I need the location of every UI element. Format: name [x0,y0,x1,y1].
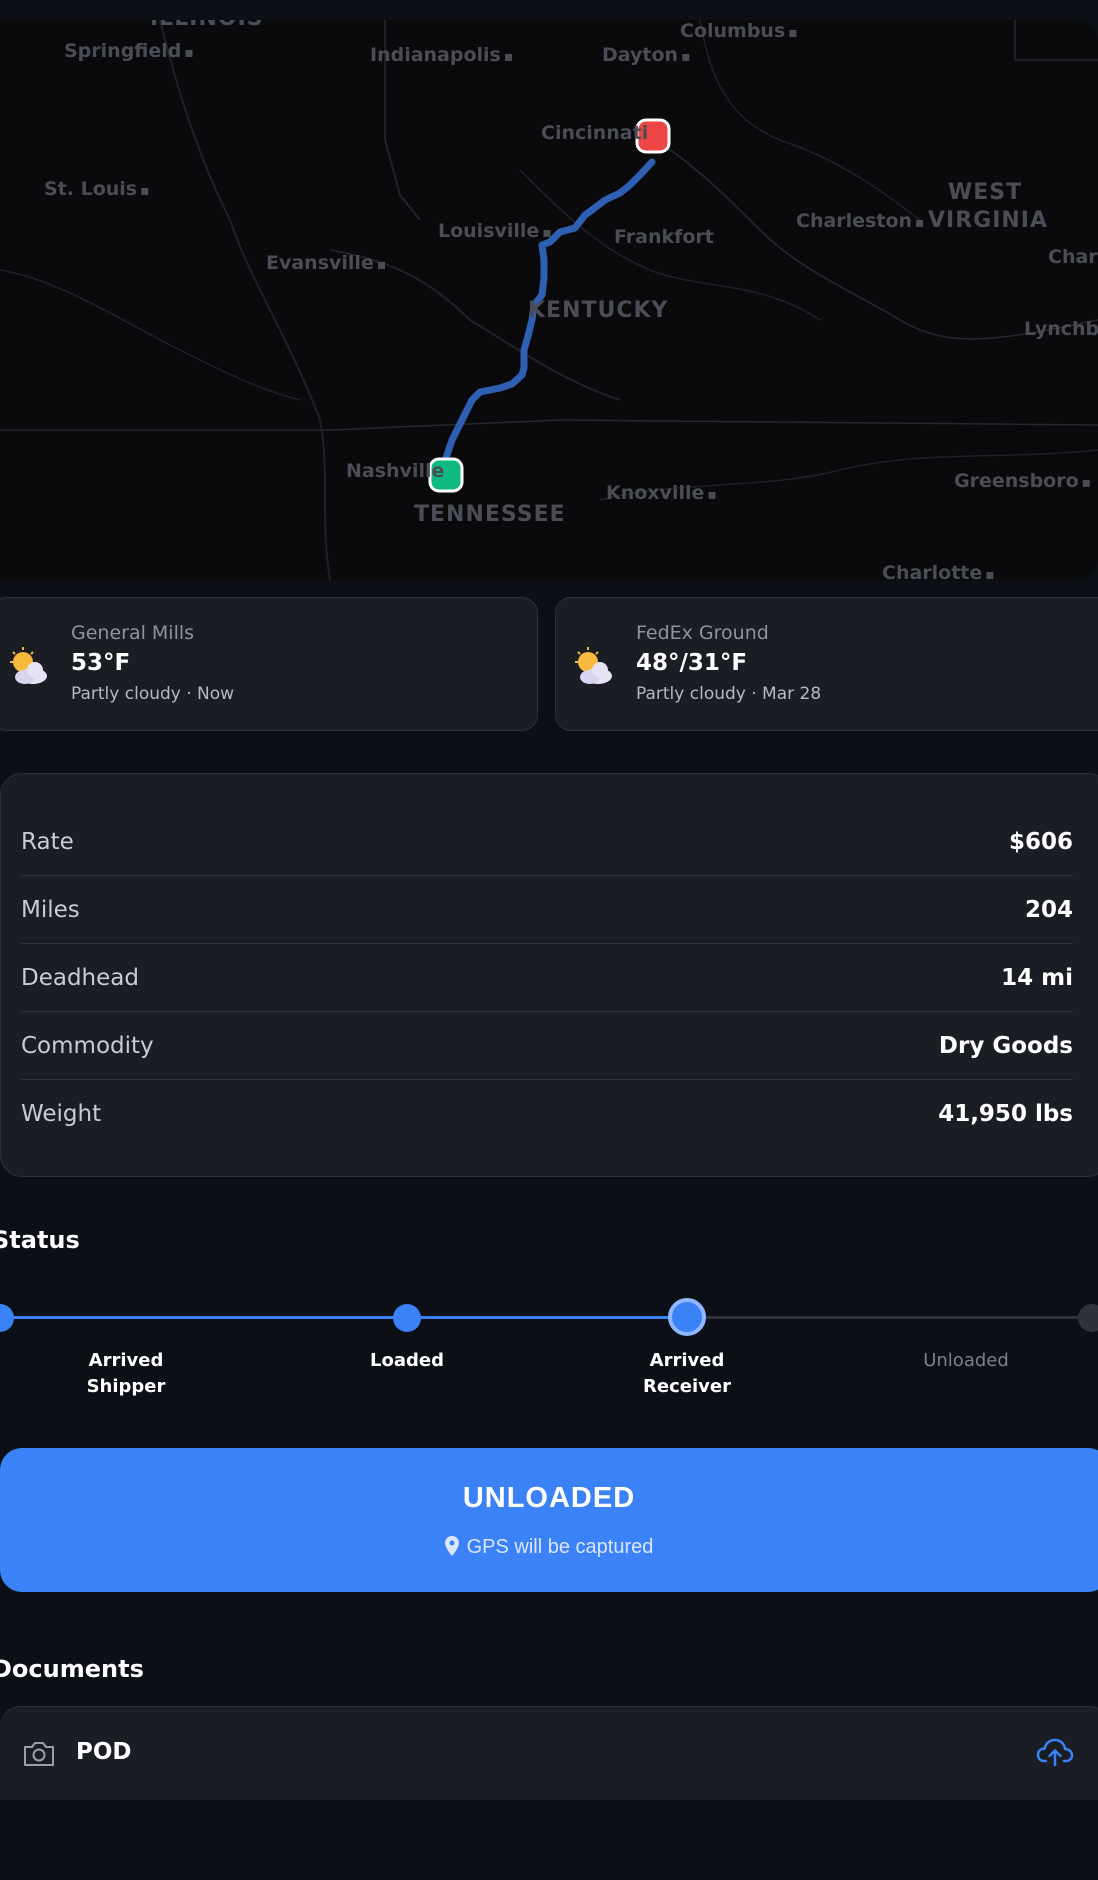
state-label-illinois: ILLINOIS [150,20,264,31]
detail-label: Miles [21,896,80,923]
map-pin-icon [444,1536,459,1556]
document-label: POD [76,1739,132,1765]
weather-description: Partly cloudy · Mar 28 [636,684,822,704]
weather-temperature: 48°/31°F [636,650,748,676]
step-label-loaded: Loaded [370,1350,444,1371]
city-label-knoxville: Knoxville [606,482,717,504]
state-label-kentucky: KENTUCKY [528,298,669,323]
step-dot-arrived-receiver[interactable] [668,1298,706,1336]
city-label-cincinnati: Cincinnati [541,122,649,144]
documents-title: Documents [0,1655,144,1683]
step-label-arrived-receiver: Arrived Receiver [643,1350,731,1397]
detail-value: 204 [1024,896,1073,923]
city-label-evansville: Evansville [266,252,386,274]
weather-location: FedEx Ground [636,622,769,644]
weather-card-destination: FedEx Ground 48°/31°F Partly cloudy · Ma… [555,597,1098,731]
detail-label: Commodity [21,1032,154,1059]
document-row-pod[interactable]: POD [0,1706,1098,1800]
city-label-charleston: Charleston [796,210,925,232]
stepper-track-complete [0,1316,686,1319]
state-label-tennessee: TENNESSEE [414,502,566,527]
detail-label: Deadhead [21,964,139,991]
city-label-nashville: Nashville [346,460,445,482]
city-label-st-louis: St. Louis [44,178,150,200]
detail-label: Rate [21,828,74,855]
detail-row-miles: Miles 204 [21,876,1073,944]
load-details-card: Rate $606 Miles 204 Deadhead 14 mi Commo… [0,773,1098,1177]
detail-row-commodity: Commodity Dry Goods [21,1012,1073,1080]
status-title: Status [0,1226,80,1254]
city-label-dayton: Dayton [602,44,691,66]
state-label-virginia: VIRGINIA [928,208,1049,233]
detail-value: 14 mi [1001,964,1073,991]
city-label-greensboro: Greensboro [954,470,1091,492]
detail-value: Dry Goods [938,1032,1073,1059]
city-label-lynchburg: Lynchb [1024,318,1098,340]
partly-cloudy-icon [575,647,612,684]
weather-card-origin: General Mills 53°F Partly cloudy · Now [0,597,538,731]
weather-temperature: 53°F [71,650,131,676]
unloaded-action-button[interactable]: UNLOADED GPS will be captured [0,1448,1098,1592]
gps-notice: GPS will be captured [0,1536,1098,1559]
city-label-frankfort: Frankfort [614,226,714,248]
city-label-columbus: Columbus [680,20,798,42]
partly-cloudy-icon [10,647,47,684]
detail-value: 41,950 lbs [938,1101,1073,1127]
route-map[interactable]: ILLINOIS Springfield Indianapolis Dayton… [0,20,1098,580]
city-label-louisville: Louisville [438,220,552,242]
city-label-charlotte: Charlotte [882,562,995,580]
action-button-label: UNLOADED [462,1482,636,1514]
gps-notice-text: GPS will be captured [466,1536,654,1558]
detail-row-rate: Rate $606 [21,808,1073,876]
city-label-springfield: Springfield [64,40,194,62]
cloud-upload-icon[interactable] [1036,1735,1074,1769]
city-label-char: Char [1048,246,1098,268]
step-dot-arrived-shipper[interactable] [0,1304,14,1332]
step-dot-loaded[interactable] [393,1304,421,1332]
stepper-track-remaining [686,1316,1098,1319]
camera-icon [24,1742,54,1766]
step-label-unloaded: Unloaded [923,1350,1009,1371]
detail-row-deadhead: Deadhead 14 mi [21,944,1073,1012]
city-label-indianapolis: Indianapolis [370,44,513,66]
state-label-west: WEST [948,180,1023,205]
step-dot-unloaded[interactable] [1078,1304,1098,1332]
weather-location: General Mills [71,622,195,644]
status-stepper: Arrived Shipper Loaded Arrived Receiver … [0,1280,1098,1430]
step-label-arrived-shipper: Arrived Shipper [86,1350,166,1397]
detail-value: $606 [1008,828,1073,855]
weather-description: Partly cloudy · Now [71,684,235,704]
detail-row-weight: Weight 41,950 lbs [21,1080,1073,1148]
detail-label: Weight [21,1101,102,1127]
